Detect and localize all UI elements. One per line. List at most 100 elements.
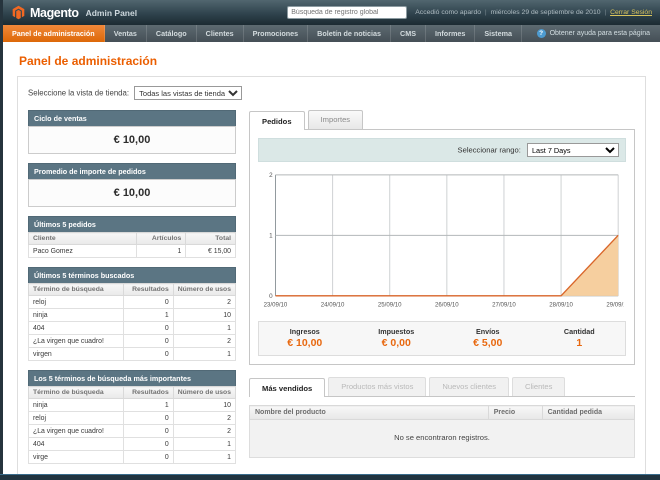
cell-term: reloj: [27, 411, 125, 425]
box-title: Últimos 5 términos buscados: [28, 267, 236, 283]
store-switcher: Seleccione la vista de tienda: Todas las…: [28, 86, 635, 100]
search-term-row[interactable]: virge 0 1: [27, 450, 237, 464]
search-term-row[interactable]: ninja 1 10: [27, 398, 237, 412]
range-select[interactable]: Last 7 Days: [527, 143, 619, 157]
cell-uses: 2: [172, 334, 237, 348]
cell-term: ninja: [27, 398, 125, 412]
cell-results: 0: [123, 424, 174, 438]
content-frame: Seleccione la vista de tienda: Todas las…: [17, 76, 646, 474]
nav-item[interactable]: Boletín de noticias: [308, 25, 392, 42]
cell-uses: 1: [172, 450, 237, 464]
search-term-row[interactable]: ¿La virgen que cuadro! 0 2: [27, 334, 237, 348]
magento-logo-icon: [11, 5, 26, 20]
logged-in-as: Accedió como apardo: [415, 9, 482, 16]
box-title: Ciclo de ventas: [28, 110, 236, 126]
svg-text:29/09/10: 29/09/10: [606, 301, 624, 308]
orders-tab-panel: Seleccionar rango: Last 7 Days 0 1 2 23/09/…: [249, 130, 635, 366]
column-header[interactable]: Cliente: [28, 232, 137, 245]
nav-item[interactable]: Informes: [426, 25, 476, 42]
search-term-row[interactable]: reloj 0 2: [27, 411, 237, 425]
grid-tab[interactable]: Nuevos clientes: [429, 377, 509, 397]
svg-text:23/09/10: 23/09/10: [264, 301, 288, 308]
svg-text:2: 2: [269, 172, 273, 179]
admin-header: Magento Admin Panel Accedió como apardo …: [3, 0, 660, 25]
search-term-row[interactable]: reloj 0 2: [27, 295, 237, 309]
help-icon: ?: [536, 29, 546, 38]
search-term-row[interactable]: ¿La virgen que cuadro! 0 2: [27, 424, 237, 438]
chart-tab[interactable]: Importes: [307, 110, 364, 129]
column-header[interactable]: Término de búsqueda: [27, 386, 125, 399]
column-header[interactable]: Total: [185, 232, 236, 245]
column-header[interactable]: Cantidad pedida: [541, 405, 636, 421]
grid-tab[interactable]: Más vendidos: [249, 378, 326, 398]
grid-tab[interactable]: Clientes: [512, 377, 566, 397]
store-view-select[interactable]: Todas las vistas de tienda: [134, 86, 243, 100]
separator: |: [604, 9, 607, 16]
cell-results: 0: [123, 334, 174, 348]
cell-results: 0: [123, 450, 174, 464]
column-header[interactable]: Nombre del producto: [249, 405, 489, 421]
nav-item[interactable]: Clientes: [197, 25, 244, 42]
logo-text: Magento: [30, 5, 79, 20]
column-header[interactable]: Resultados: [123, 386, 174, 399]
column-header[interactable]: Término de búsqueda: [27, 283, 125, 296]
lifetime-sales-value: € 10,00: [28, 126, 236, 154]
nav-item[interactable]: Ventas: [105, 25, 147, 42]
search-term-row[interactable]: 404 0 1: [27, 321, 237, 335]
column-header[interactable]: Resultados: [123, 283, 174, 296]
average-orders-value: € 10,00: [28, 179, 236, 207]
cell-results: 0: [123, 411, 174, 425]
stat-label: Impuestos: [378, 327, 415, 337]
cell-term: ¿La virgen que cuadro!: [27, 334, 125, 348]
cell-term: virgen: [27, 347, 125, 361]
column-header[interactable]: Precio: [487, 405, 543, 421]
last-orders-box: Últimos 5 pedidos Cliente Artículos Tota…: [28, 216, 236, 258]
stat-value: € 10,00: [287, 337, 323, 350]
nav-items: Panel de administración Ventas Catálogo …: [3, 25, 522, 42]
logout-link[interactable]: Cerrar Sesión: [610, 9, 652, 16]
nav-item[interactable]: Panel de administración: [3, 25, 105, 42]
stat-value: € 5,00: [473, 337, 503, 350]
search-term-row[interactable]: 404 0 1: [27, 437, 237, 451]
column-header[interactable]: Número de usos: [172, 283, 237, 296]
session-info: Accedió como apardo | miércoles 29 de se…: [415, 9, 652, 16]
box-title: Promedio de importe de pedidos: [28, 163, 236, 179]
separator: |: [484, 9, 487, 16]
orders-chart: 0 1 2 23/09/10 24/09/10 25/09/10 26/09/10 27/09…: [264, 172, 624, 309]
stat-label: Envíos: [475, 327, 500, 337]
products-grid: Nombre del producto Precio Cantidad pedi…: [249, 405, 636, 459]
cell-results: 0: [123, 347, 174, 361]
help-link[interactable]: ? Obtener ayuda para esta página: [527, 25, 660, 42]
stat-label: Ingresos: [289, 327, 320, 337]
cell-term: virge: [27, 450, 125, 464]
cell-customer: Paco Gomez: [28, 244, 137, 258]
svg-text:25/09/10: 25/09/10: [378, 301, 402, 308]
chart-tab[interactable]: Pedidos: [249, 111, 305, 130]
search-term-row[interactable]: virgen 0 1: [27, 347, 237, 361]
search-term-row[interactable]: ninja 1 10: [27, 308, 237, 322]
window: Magento Admin Panel Accedió como apardo …: [0, 0, 660, 474]
cell-total: € 15,00: [185, 244, 236, 258]
nav-item[interactable]: CMS: [391, 25, 427, 42]
last-search-terms-box: Últimos 5 términos buscados Término de b…: [27, 267, 237, 361]
global-search-input[interactable]: [287, 6, 408, 19]
cell-items: 1: [135, 244, 187, 258]
top-search-terms-box: Los 5 términos de búsqueda más important…: [27, 370, 237, 464]
nav-item[interactable]: Promociones: [244, 25, 309, 42]
nav-item[interactable]: Sistema: [475, 25, 522, 42]
cell-results: 1: [123, 398, 174, 412]
magento-logo[interactable]: Magento Admin Panel: [11, 5, 137, 20]
cell-results: 0: [123, 295, 174, 309]
cell-uses: 2: [172, 295, 237, 309]
total-stat: Cantidad 1: [534, 327, 626, 349]
column-header[interactable]: Número de usos: [172, 386, 237, 399]
order-row[interactable]: Paco Gomez 1 € 15,00: [28, 244, 236, 258]
nav-item[interactable]: Catálogo: [147, 25, 197, 42]
total-stat: Impuestos € 0,00: [351, 327, 443, 349]
column-header[interactable]: Artículos: [135, 232, 187, 245]
empty-grid-message: No se encontraron registros.: [249, 420, 635, 459]
dashboard-page: Panel de administración Seleccione la vi…: [3, 42, 660, 474]
lifetime-sales-box: Ciclo de ventas € 10,00: [28, 110, 236, 154]
window-bottom-edge: [0, 474, 660, 480]
grid-tab[interactable]: Productos más vistos: [328, 377, 427, 397]
